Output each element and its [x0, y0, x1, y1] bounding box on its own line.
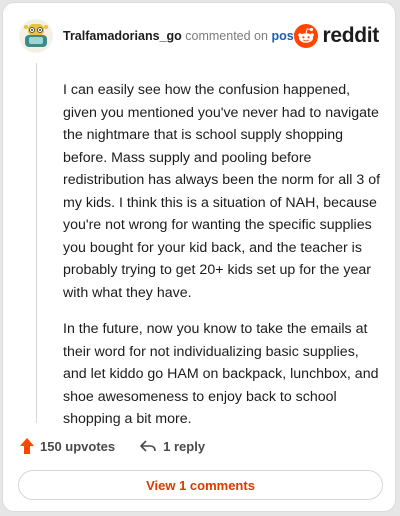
reddit-logo[interactable]: reddit: [294, 23, 379, 49]
comment-header: Tralfamadorians_go commented on post red…: [17, 17, 381, 57]
upvote-arrow-icon[interactable]: [19, 437, 35, 455]
reply-control[interactable]: 1 reply: [139, 438, 205, 454]
snoo-avatar-icon: [19, 19, 53, 53]
reply-arrow-icon[interactable]: [139, 438, 157, 454]
thread-line: [36, 63, 37, 423]
user-avatar[interactable]: [19, 19, 53, 53]
upvote-count: 150 upvotes: [40, 438, 116, 454]
comment-actions: 150 upvotes 1 reply: [19, 435, 205, 457]
upvote-control[interactable]: 150 upvotes: [19, 437, 115, 455]
reddit-snoo-icon: [294, 24, 319, 48]
comment-paragraph: I can easily see how the confusion happe…: [63, 82, 381, 301]
comment-paragraph: In the future, now you know to take the …: [63, 321, 379, 427]
reddit-wordmark: reddit: [322, 24, 379, 47]
reply-count: 1 reply: [163, 438, 206, 454]
comment-card: Tralfamadorians_go commented on post red…: [2, 2, 396, 512]
commented-on-text: commented on: [185, 29, 268, 43]
comment-byline: Tralfamadorians_go commented on post: [63, 29, 298, 43]
view-comments-button[interactable]: View 1 comments: [18, 470, 383, 500]
username-link[interactable]: Tralfamadorians_go: [63, 29, 182, 43]
comment-body: I can easily see how the confusion happe…: [63, 79, 381, 445]
